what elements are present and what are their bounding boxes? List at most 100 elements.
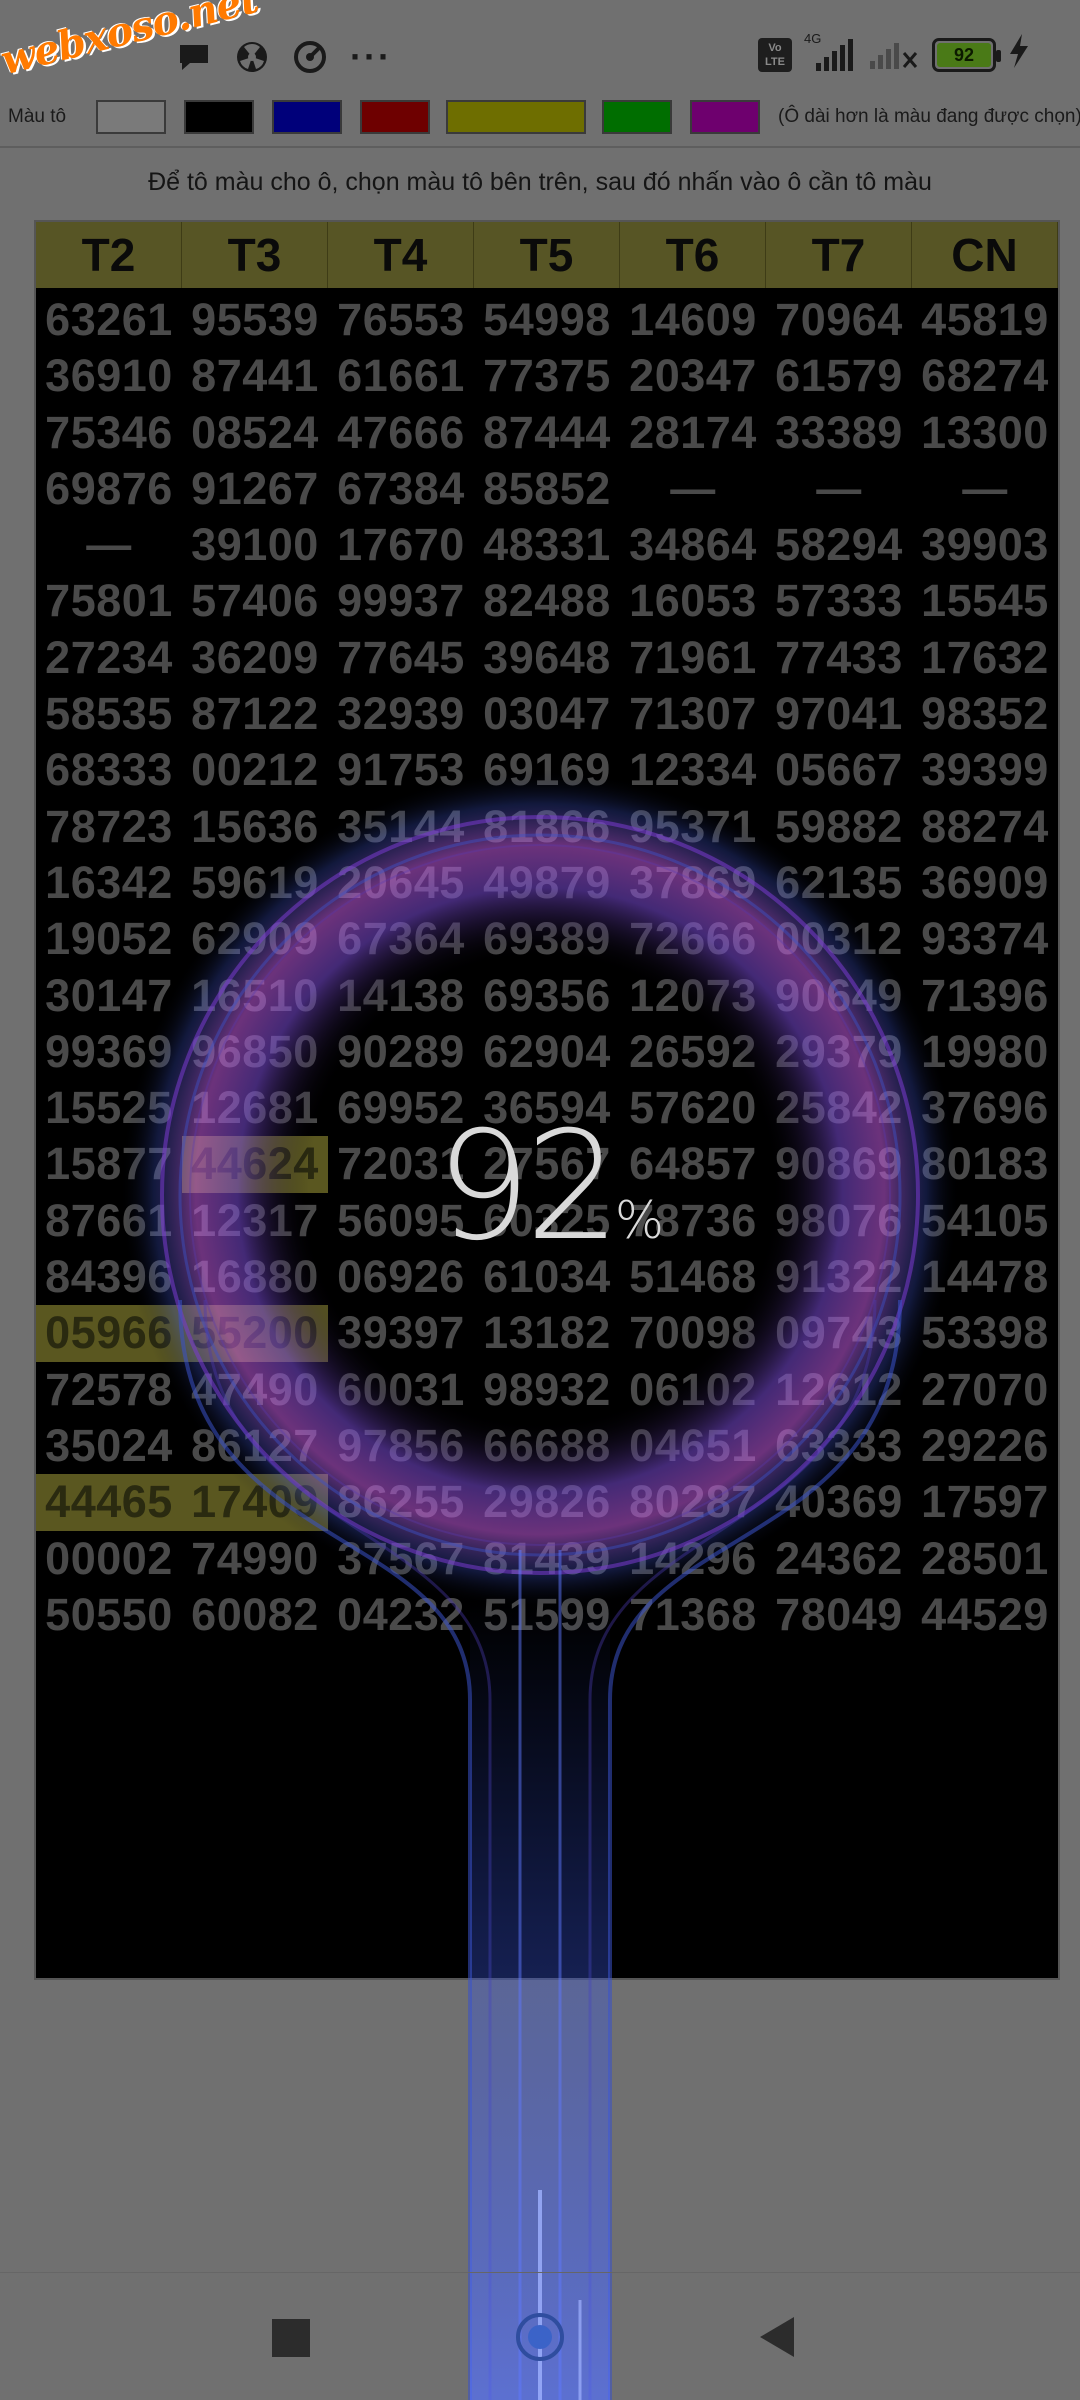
table-cell[interactable]: 54105 [912, 1193, 1058, 1249]
table-cell[interactable]: 17670 [328, 517, 474, 573]
table-cell[interactable]: 28501 [912, 1531, 1058, 1587]
table-cell[interactable]: 35144 [328, 799, 474, 855]
table-cell[interactable]: 78049 [766, 1587, 912, 1643]
table-cell[interactable]: 87661 [36, 1193, 182, 1249]
table-cell[interactable]: 12317 [182, 1193, 328, 1249]
table-cell[interactable]: 00002 [36, 1531, 182, 1587]
table-cell[interactable]: 29379 [766, 1024, 912, 1080]
table-cell[interactable]: 15545 [912, 573, 1058, 629]
table-cell[interactable]: 77433 [766, 630, 912, 686]
table-cell[interactable]: 86255 [328, 1474, 474, 1530]
swatch-yellow-selected[interactable] [446, 100, 586, 134]
table-cell[interactable]: 60082 [182, 1587, 328, 1643]
table-cell[interactable]: 26592 [620, 1024, 766, 1080]
table-cell[interactable]: 14296 [620, 1531, 766, 1587]
table-cell[interactable]: 04651 [620, 1418, 766, 1474]
table-cell[interactable]: 06102 [620, 1362, 766, 1418]
table-cell[interactable]: 30147 [36, 968, 182, 1024]
table-cell[interactable]: 03047 [474, 686, 620, 742]
table-cell[interactable]: 39100 [182, 517, 328, 573]
table-cell[interactable]: 81866 [474, 799, 620, 855]
table-cell[interactable]: 57333 [766, 573, 912, 629]
table-cell[interactable]: 61034 [474, 1249, 620, 1305]
table-cell[interactable]: 34864 [620, 517, 766, 573]
table-cell[interactable]: 39648 [474, 630, 620, 686]
table-cell[interactable]: 69876 [36, 461, 182, 517]
table-cell[interactable]: 77645 [328, 630, 474, 686]
table-cell[interactable]: 75801 [36, 573, 182, 629]
table-cell[interactable]: 09743 [766, 1305, 912, 1361]
table-cell[interactable]: 47490 [182, 1362, 328, 1418]
table-cell[interactable]: 00312 [766, 911, 912, 967]
table-cell[interactable]: 19052 [36, 911, 182, 967]
table-cell[interactable]: 12612 [766, 1362, 912, 1418]
table-cell[interactable]: 75346 [36, 405, 182, 461]
table-cell[interactable]: 04232 [328, 1587, 474, 1643]
swatch-black[interactable] [184, 100, 254, 134]
table-cell[interactable]: 37869 [620, 855, 766, 911]
table-cell[interactable]: — [36, 517, 182, 573]
table-cell[interactable]: 55200 [182, 1305, 328, 1362]
swatch-gray[interactable] [96, 100, 166, 134]
table-cell[interactable]: 69169 [474, 742, 620, 798]
table-cell[interactable]: 27234 [36, 630, 182, 686]
table-cell[interactable]: 71961 [620, 630, 766, 686]
table-cell[interactable]: 39397 [328, 1305, 474, 1361]
table-cell[interactable]: 69356 [474, 968, 620, 1024]
table-cell[interactable]: 91267 [182, 461, 328, 517]
table-cell[interactable]: — [620, 461, 766, 517]
table-cell[interactable]: 87122 [182, 686, 328, 742]
table-cell[interactable]: 08524 [182, 405, 328, 461]
table-cell[interactable]: 53398 [912, 1305, 1058, 1361]
table-cell[interactable]: 99937 [328, 573, 474, 629]
table-cell[interactable]: 05966 [36, 1305, 182, 1362]
table-cell[interactable]: 61579 [766, 348, 912, 404]
table-cell[interactable]: 51599 [474, 1587, 620, 1643]
table-cell[interactable]: 98076 [766, 1193, 912, 1249]
table-cell[interactable]: 88274 [912, 799, 1058, 855]
table-cell[interactable]: 97041 [766, 686, 912, 742]
table-cell[interactable]: 50550 [36, 1587, 182, 1643]
table-cell[interactable]: 90869 [766, 1136, 912, 1192]
table-cell[interactable]: 82488 [474, 573, 620, 629]
table-cell[interactable]: 74990 [182, 1531, 328, 1587]
back-triangle-icon[interactable] [760, 2317, 794, 2357]
table-cell[interactable]: 16510 [182, 968, 328, 1024]
table-cell[interactable]: 12073 [620, 968, 766, 1024]
table-cell[interactable]: 36909 [912, 855, 1058, 911]
table-cell[interactable]: 12334 [620, 742, 766, 798]
table-cell[interactable]: 56095 [328, 1193, 474, 1249]
table-cell[interactable]: 97856 [328, 1418, 474, 1474]
table-cell[interactable]: 29226 [912, 1418, 1058, 1474]
table-cell[interactable]: 40369 [766, 1474, 912, 1530]
table-cell[interactable]: 17409 [182, 1474, 328, 1531]
table-cell[interactable]: 20645 [328, 855, 474, 911]
swatch-green[interactable] [602, 100, 672, 134]
table-cell[interactable]: 27567 [474, 1136, 620, 1192]
table-cell[interactable]: 51468 [620, 1249, 766, 1305]
table-cell[interactable]: 96850 [182, 1024, 328, 1080]
table-cell[interactable]: 33389 [766, 405, 912, 461]
table-cell[interactable]: 37696 [912, 1080, 1058, 1136]
table-cell[interactable]: — [766, 461, 912, 517]
table-cell[interactable]: 28174 [620, 405, 766, 461]
table-cell[interactable]: 49879 [474, 855, 620, 911]
swatch-purple[interactable] [690, 100, 760, 134]
table-cell[interactable]: 69389 [474, 911, 620, 967]
table-cell[interactable]: 68333 [36, 742, 182, 798]
table-cell[interactable]: 91322 [766, 1249, 912, 1305]
table-cell[interactable]: 15525 [36, 1080, 182, 1136]
table-cell[interactable]: 59619 [182, 855, 328, 911]
table-cell[interactable]: 78723 [36, 799, 182, 855]
table-cell[interactable]: 25842 [766, 1080, 912, 1136]
table-cell[interactable]: — [912, 461, 1058, 517]
table-cell[interactable]: 72666 [620, 911, 766, 967]
table-cell[interactable]: 14609 [620, 292, 766, 348]
table-cell[interactable]: 64857 [620, 1136, 766, 1192]
table-cell[interactable]: 59882 [766, 799, 912, 855]
table-cell[interactable]: 91753 [328, 742, 474, 798]
table-cell[interactable]: 81439 [474, 1531, 620, 1587]
table-cell[interactable]: 16342 [36, 855, 182, 911]
table-cell[interactable]: 39399 [912, 742, 1058, 798]
table-cell[interactable]: 17597 [912, 1474, 1058, 1530]
